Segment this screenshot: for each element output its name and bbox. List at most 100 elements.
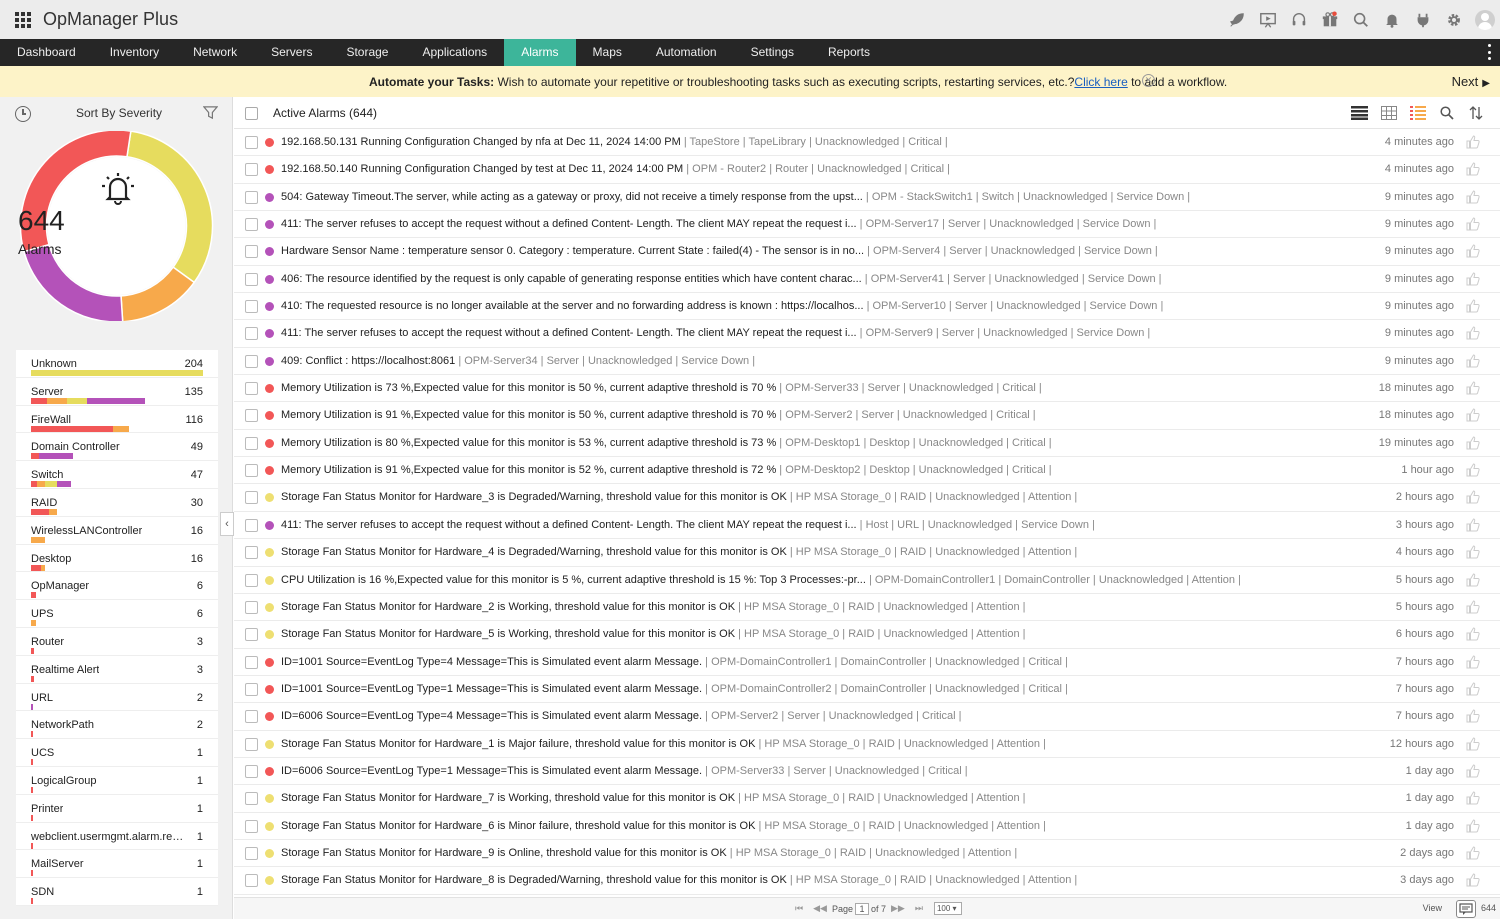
thumbs-up-icon[interactable] — [1466, 244, 1480, 261]
alarm-row[interactable]: 192.168.50.140 Running Configuration Cha… — [234, 156, 1500, 184]
alarm-row-checkbox[interactable] — [245, 491, 258, 505]
category-item[interactable]: NetworkPath 2 — [16, 711, 218, 740]
alarm-message[interactable]: Storage Fan Status Monitor for Hardware_… — [281, 601, 1026, 613]
per-page-select[interactable]: 100 ▾ — [933, 902, 962, 915]
previous-page-icon[interactable]: ◀◀ — [813, 903, 827, 914]
nav-alarms[interactable]: Alarms — [504, 39, 576, 66]
alarm-row-checkbox[interactable] — [245, 327, 258, 341]
alarm-message[interactable]: ID=1001 Source=EventLog Type=4 Message=T… — [281, 656, 1068, 668]
close-icon[interactable]: ✕ — [1142, 74, 1155, 87]
category-item[interactable]: Desktop 16 — [16, 545, 218, 573]
alarm-message[interactable]: Storage Fan Status Monitor for Hardware_… — [281, 628, 1026, 640]
bell-icon[interactable] — [1376, 0, 1407, 39]
thumbs-up-icon[interactable] — [1466, 463, 1480, 480]
thumbs-up-icon[interactable] — [1466, 600, 1480, 617]
gift-icon[interactable] — [1314, 0, 1345, 39]
alarm-message[interactable]: ID=1001 Source=EventLog Type=1 Message=T… — [281, 683, 1068, 695]
alarm-message[interactable]: CPU Utilization is 16 %,Expected value f… — [281, 574, 1241, 586]
headset-icon[interactable] — [1283, 0, 1314, 39]
thumbs-up-icon[interactable] — [1466, 272, 1480, 289]
alarm-row[interactable]: 411: The server refuses to accept the re… — [234, 320, 1500, 348]
alarm-row-checkbox[interactable] — [245, 300, 258, 314]
sort-by-severity-label[interactable]: Sort By Severity — [76, 106, 162, 120]
nav-dashboard[interactable]: Dashboard — [0, 39, 93, 66]
alarm-row[interactable]: Storage Fan Status Monitor for Hardware_… — [234, 539, 1500, 567]
alarm-row-checkbox[interactable] — [245, 874, 258, 888]
alarm-message[interactable]: Memory Utilization is 80 %,Expected valu… — [281, 437, 1052, 449]
alarm-row-checkbox[interactable] — [245, 163, 258, 177]
grid-view-icon[interactable] — [1374, 104, 1403, 122]
category-item[interactable]: SDN 1 — [16, 878, 218, 906]
thumbs-up-icon[interactable] — [1466, 846, 1480, 863]
alarm-row-checkbox[interactable] — [245, 737, 258, 751]
category-item[interactable]: Realtime Alert 3 — [16, 656, 218, 684]
next-page-icon[interactable]: ▶▶ — [891, 903, 905, 914]
alarm-message[interactable]: Storage Fan Status Monitor for Hardware_… — [281, 847, 1017, 859]
category-item[interactable]: Router 3 — [16, 628, 218, 656]
thumbs-up-icon[interactable] — [1466, 190, 1480, 207]
alarm-row-checkbox[interactable] — [245, 409, 258, 423]
alarm-row[interactable]: Storage Fan Status Monitor for Hardware_… — [234, 840, 1500, 868]
rocket-icon[interactable] — [1221, 0, 1252, 39]
thumbs-up-icon[interactable] — [1466, 627, 1480, 644]
alarm-row-checkbox[interactable] — [245, 245, 258, 259]
alarm-message[interactable]: ID=6006 Source=EventLog Type=4 Message=T… — [281, 710, 962, 722]
thumbs-up-icon[interactable] — [1466, 408, 1480, 425]
thumbs-up-icon[interactable] — [1466, 737, 1480, 754]
plugin-icon[interactable] — [1407, 0, 1438, 39]
alarm-row-checkbox[interactable] — [245, 655, 258, 669]
alarm-message[interactable]: 192.168.50.140 Running Configuration Cha… — [281, 163, 950, 175]
alarm-message[interactable]: Storage Fan Status Monitor for Hardware_… — [281, 738, 1046, 750]
alarm-message[interactable]: Storage Fan Status Monitor for Hardware_… — [281, 792, 1026, 804]
alarm-message[interactable]: Memory Utilization is 73 %,Expected valu… — [281, 382, 1042, 394]
thumbs-up-icon[interactable] — [1466, 436, 1480, 453]
alarm-row-checkbox[interactable] — [245, 382, 258, 396]
filter-icon[interactable] — [202, 105, 219, 125]
alarm-row[interactable]: ID=1001 Source=EventLog Type=4 Message=T… — [234, 649, 1500, 676]
alarm-message[interactable]: 406: The resource identified by the requ… — [281, 273, 1162, 285]
category-item[interactable]: webclient.usermgmt.alarm.reset... 1 — [16, 823, 218, 851]
thumbs-up-icon[interactable] — [1466, 490, 1480, 507]
thumbs-up-icon[interactable] — [1466, 326, 1480, 343]
alarm-row-checkbox[interactable] — [245, 136, 258, 149]
alarm-row-checkbox[interactable] — [245, 628, 258, 642]
thumbs-up-icon[interactable] — [1466, 873, 1480, 890]
sort-icon[interactable] — [1461, 104, 1490, 122]
alarm-row-checkbox[interactable] — [245, 464, 258, 478]
alarm-row[interactable]: Storage Fan Status Monitor for Hardware_… — [234, 731, 1500, 758]
thumbs-up-icon[interactable] — [1466, 572, 1480, 590]
alarm-message[interactable]: ID=6006 Source=EventLog Type=1 Message=T… — [281, 765, 968, 777]
alarm-message[interactable]: 192.168.50.131 Running Configuration Cha… — [281, 136, 948, 148]
collapse-panel-handle[interactable]: ‹ — [220, 512, 234, 536]
thumbs-up-icon[interactable] — [1466, 791, 1480, 808]
alarm-message[interactable]: Memory Utilization is 91 %,Expected valu… — [281, 409, 1036, 421]
alarm-row-checkbox[interactable] — [245, 792, 258, 806]
alarm-row-checkbox[interactable] — [245, 819, 258, 833]
alarm-row-checkbox[interactable] — [245, 190, 258, 204]
alarm-message[interactable]: Hardware Sensor Name : temperature senso… — [281, 245, 1158, 257]
clock-icon[interactable] — [15, 106, 31, 122]
alarm-row[interactable]: Storage Fan Status Monitor for Hardware_… — [234, 621, 1500, 649]
more-menu-icon[interactable] — [1488, 44, 1492, 60]
alarm-row-checkbox[interactable] — [245, 682, 258, 696]
list-view-icon[interactable] — [1345, 104, 1374, 122]
category-item[interactable]: UPS 6 — [16, 600, 218, 628]
alarm-row-checkbox[interactable] — [245, 518, 258, 532]
category-item[interactable]: MailServer 1 — [16, 850, 218, 879]
alarm-row[interactable]: Memory Utilization is 80 %,Expected valu… — [234, 430, 1500, 458]
nav-inventory[interactable]: Inventory — [93, 39, 176, 66]
gear-icon[interactable] — [1438, 0, 1469, 39]
thumbs-up-icon[interactable] — [1466, 682, 1480, 699]
thumbs-up-icon[interactable] — [1466, 764, 1480, 781]
category-item[interactable]: LogicalGroup 1 — [16, 767, 218, 795]
last-page-icon[interactable]: ⏭ — [915, 903, 923, 914]
alarm-row[interactable]: Storage Fan Status Monitor for Hardware_… — [234, 484, 1500, 512]
alarm-row[interactable]: 411: The server refuses to accept the re… — [234, 512, 1500, 540]
alarm-row[interactable]: Hardware Sensor Name : temperature senso… — [234, 238, 1500, 266]
alarm-row-checkbox[interactable] — [245, 710, 258, 724]
alarm-row-checkbox[interactable] — [245, 272, 258, 286]
thumbs-up-icon[interactable] — [1466, 709, 1480, 726]
alarm-message[interactable]: 411: The server refuses to accept the re… — [281, 519, 1095, 531]
select-all-checkbox[interactable] — [245, 107, 258, 120]
alarm-row[interactable]: 504: Gateway Timeout.The server, while a… — [234, 184, 1500, 212]
